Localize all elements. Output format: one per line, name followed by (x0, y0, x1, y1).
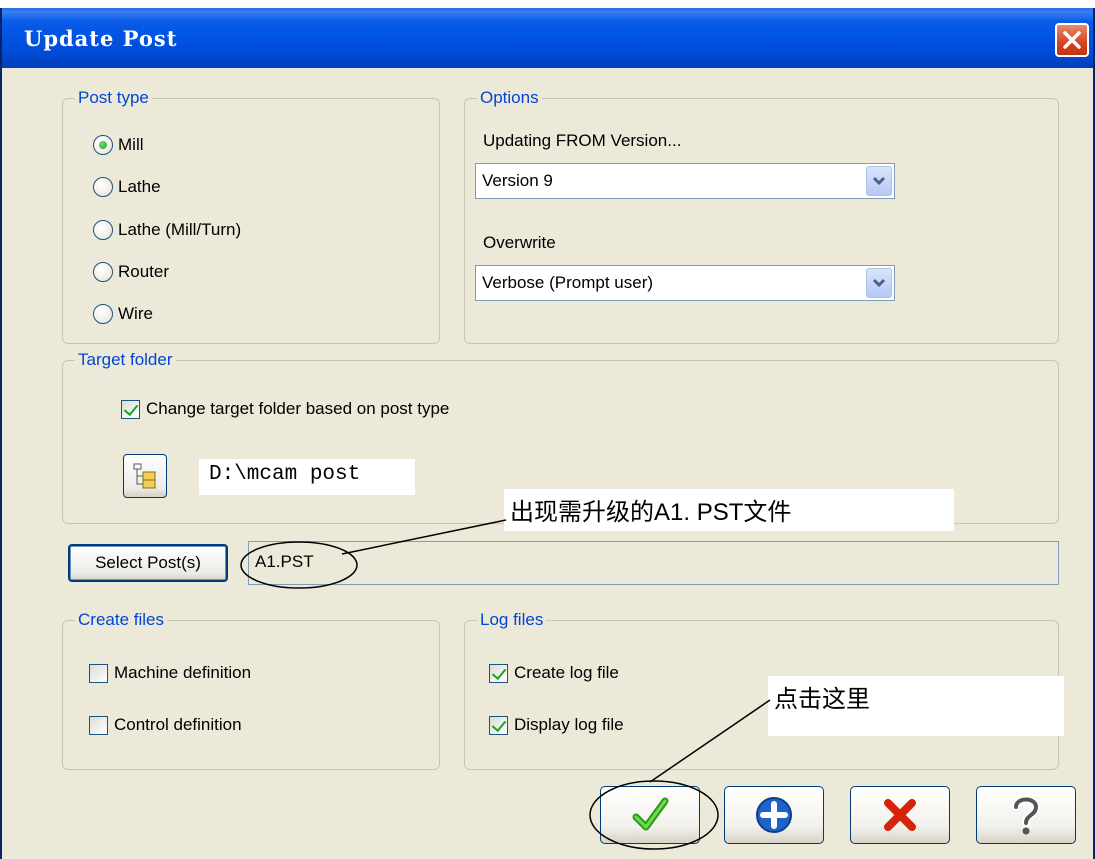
from-version-select[interactable]: Version 9 (475, 163, 895, 199)
help-button[interactable] (976, 786, 1076, 844)
title-bar: Update Post (2, 8, 1093, 68)
x-icon (884, 799, 916, 831)
control-definition-row[interactable]: Control definition (89, 715, 242, 735)
add-button[interactable] (724, 786, 824, 844)
found-file-annotation: 出现需升级的A1. PST文件 (504, 489, 954, 531)
overwrite-select[interactable]: Verbose (Prompt user) (475, 265, 895, 301)
radio-label: Lathe (118, 177, 161, 196)
display-log-label: Display log file (514, 715, 624, 734)
machine-definition-row[interactable]: Machine definition (89, 663, 251, 683)
target-folder-legend: Target folder (75, 349, 176, 371)
target-folder-path: D:\mcam post (199, 459, 415, 495)
close-icon (1063, 31, 1081, 49)
post-type-group: Post type Mill Lathe Lathe (Mill/Turn) R… (62, 87, 440, 344)
create-files-group: Create files Machine definition Control … (62, 609, 440, 770)
post-type-legend: Post type (75, 87, 152, 109)
from-version-value: Version 9 (482, 171, 553, 190)
browse-folder-button[interactable] (123, 454, 167, 498)
selected-posts-value: A1.PST (255, 552, 314, 571)
overwrite-value: Verbose (Prompt user) (482, 273, 654, 292)
ok-button[interactable] (600, 786, 700, 844)
display-log-checkbox[interactable] (489, 715, 508, 735)
chevron-down-icon (872, 176, 886, 186)
radio-button[interactable] (93, 262, 113, 282)
close-button[interactable] (1055, 23, 1089, 57)
checkmark-icon (632, 797, 669, 831)
radio-lathe[interactable]: Lathe (93, 177, 161, 197)
dropdown-arrow[interactable] (866, 268, 892, 298)
radio-lathe-mill-turn[interactable]: Lathe (Mill/Turn) (93, 220, 241, 240)
display-log-row[interactable]: Display log file (489, 715, 624, 735)
log-files-legend: Log files (477, 609, 547, 631)
radio-label: Mill (118, 135, 144, 154)
radio-button[interactable] (93, 220, 113, 240)
selected-posts-field: A1.PST (248, 541, 1059, 585)
create-log-row[interactable]: Create log file (489, 663, 619, 683)
control-definition-label: Control definition (114, 715, 242, 734)
options-group: Options Updating FROM Version... Version… (464, 87, 1059, 344)
radio-button[interactable] (93, 304, 113, 324)
radio-button[interactable] (93, 177, 113, 197)
create-log-label: Create log file (514, 663, 619, 682)
dropdown-arrow[interactable] (866, 166, 892, 196)
radio-label: Wire (118, 304, 153, 323)
help-icon (1012, 795, 1041, 835)
folder-tree-icon (133, 463, 156, 489)
plus-icon (756, 797, 792, 833)
overwrite-label: Overwrite (483, 233, 556, 252)
radio-router[interactable]: Router (93, 262, 169, 282)
create-files-legend: Create files (75, 609, 167, 631)
radio-label: Router (118, 262, 170, 281)
radio-label: Lathe (Mill/Turn) (118, 220, 242, 239)
click-here-annotation: 点击这里 (768, 676, 1064, 736)
machine-definition-checkbox[interactable] (89, 663, 108, 683)
radio-mill[interactable]: Mill (93, 135, 144, 155)
radio-button[interactable] (93, 135, 113, 155)
change-folder-checkbox-row[interactable]: Change target folder based on post type (121, 399, 449, 419)
window-title: Update Post (24, 26, 178, 51)
options-legend: Options (477, 87, 542, 109)
create-log-checkbox[interactable] (489, 663, 508, 683)
select-posts-button[interactable]: Select Post(s) (68, 544, 228, 582)
control-definition-checkbox[interactable] (89, 715, 108, 735)
updating-from-label: Updating FROM Version... (483, 131, 682, 150)
change-folder-checkbox[interactable] (121, 399, 140, 419)
radio-wire[interactable]: Wire (93, 304, 153, 324)
chevron-down-icon (872, 278, 886, 288)
cancel-button[interactable] (850, 786, 950, 844)
machine-definition-label: Machine definition (114, 663, 252, 682)
change-folder-label: Change target folder based on post type (146, 399, 450, 418)
